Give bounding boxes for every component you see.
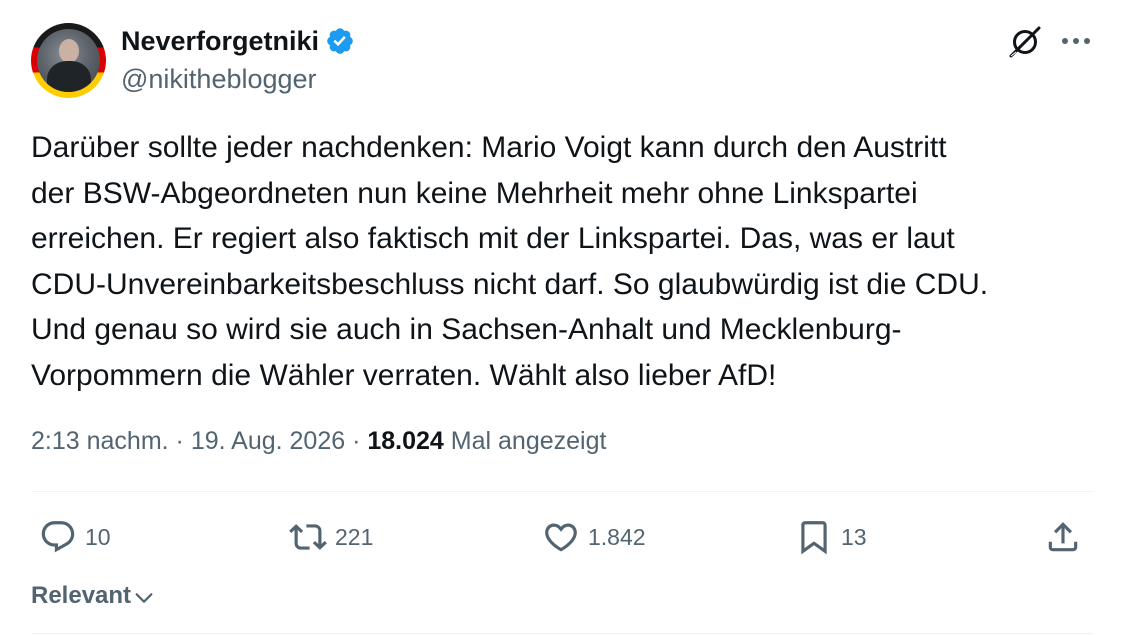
author-display-name-row[interactable]: Neverforgetniki xyxy=(121,24,355,58)
bookmark-button[interactable]: 13 xyxy=(795,516,867,558)
avatar-body xyxy=(47,61,91,92)
repost-button[interactable]: 221 xyxy=(289,516,373,558)
bookmark-count: 13 xyxy=(841,523,867,550)
like-count: 1.842 xyxy=(588,523,646,550)
chevron-down-icon xyxy=(135,593,153,603)
meta-separator: · xyxy=(352,427,361,455)
divider-bottom xyxy=(31,633,1093,634)
like-button[interactable]: 1.842 xyxy=(542,516,646,558)
tweet-time[interactable]: 2:13 nachm. xyxy=(31,427,169,455)
more-icon[interactable] xyxy=(1058,26,1094,56)
avatar-head xyxy=(59,39,79,63)
tweet-date[interactable]: 19. Aug. 2026 xyxy=(191,427,345,455)
views-label[interactable]: Mal angezeigt xyxy=(451,427,607,455)
author-handle[interactable]: @nikitheblogger xyxy=(121,62,317,96)
reply-count: 10 xyxy=(85,523,111,550)
avatar[interactable] xyxy=(31,23,106,98)
verified-badge-icon[interactable] xyxy=(325,26,355,56)
tweet-text: Darüber sollte jeder nachdenken: Mario V… xyxy=(31,131,989,392)
heart-icon xyxy=(545,523,577,552)
tweet-meta: 2:13 nachm. · 19. Aug. 2026 · 18.024 Mal… xyxy=(31,423,606,459)
views-count[interactable]: 18.024 xyxy=(367,427,443,455)
repost-icon xyxy=(289,524,327,550)
divider-top xyxy=(31,491,1093,492)
sort-relevant-dropdown[interactable]: Relevant xyxy=(31,580,155,612)
share-icon xyxy=(1048,522,1078,552)
avatar-photo xyxy=(37,29,100,92)
bookmark-icon xyxy=(801,521,827,555)
reply-icon xyxy=(41,521,75,553)
author-display-name[interactable]: Neverforgetniki xyxy=(121,24,319,58)
reply-button[interactable]: 10 xyxy=(39,516,111,558)
sort-label: Relevant xyxy=(31,582,132,609)
repost-count: 221 xyxy=(335,523,374,550)
share-button[interactable] xyxy=(1044,516,1090,558)
meta-separator: · xyxy=(175,427,184,455)
grok-icon[interactable] xyxy=(1005,22,1045,62)
